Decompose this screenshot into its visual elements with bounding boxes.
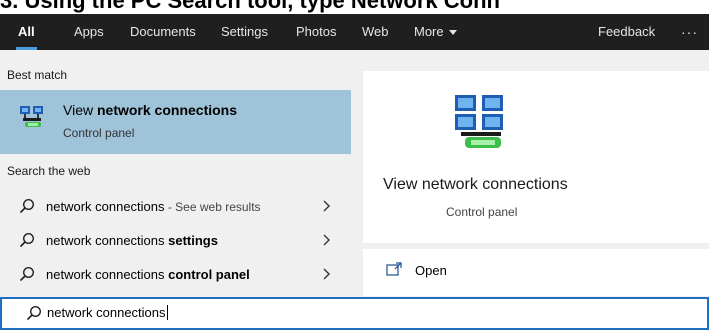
tab-more[interactable]: More [414, 14, 457, 50]
chevron-right-icon[interactable] [322, 266, 332, 282]
search-web-header: Search the web [7, 164, 91, 178]
best-match-title-prefix: View [63, 102, 97, 118]
search-icon [19, 266, 35, 282]
open-label: Open [415, 263, 447, 278]
network-connections-icon [455, 95, 503, 148]
preview-panel: View network connections Control panel O… [363, 71, 709, 296]
open-action[interactable]: Open [363, 254, 709, 294]
suggestion-suffix: - See web results [164, 200, 261, 214]
search-icon [19, 232, 35, 248]
open-icon [386, 262, 402, 276]
tab-apps[interactable]: Apps [74, 14, 104, 50]
tab-documents[interactable]: Documents [130, 14, 196, 50]
search-icon [26, 305, 42, 321]
best-match-result[interactable]: View network connections Control panel [0, 90, 351, 154]
chevron-right-icon[interactable] [322, 198, 332, 214]
tab-all[interactable]: All [16, 14, 37, 50]
filter-tab-bar: All Apps Documents Settings Photos Web M… [0, 14, 709, 50]
search-box[interactable]: network connections [0, 297, 709, 330]
suggestion-bold: control panel [168, 267, 250, 282]
preview-divider [363, 243, 709, 249]
web-suggestion-text: network connections - See web results [46, 199, 261, 214]
caption-text: 3. Using the PC Search tool, type Networ… [0, 0, 500, 13]
page-caption: 3. Using the PC Search tool, type Networ… [0, 0, 709, 14]
search-input-value: network connections [47, 305, 166, 320]
text-cursor [166, 305, 168, 320]
feedback-button[interactable]: Feedback [598, 14, 655, 50]
search-input[interactable]: network connections [47, 305, 168, 320]
web-suggestion-1[interactable]: network connections - See web results [0, 190, 351, 224]
best-match-subtitle: Control panel [63, 126, 135, 140]
network-connections-icon [20, 106, 43, 127]
tab-photos[interactable]: Photos [296, 14, 336, 50]
web-suggestion-text: network connections control panel [46, 267, 250, 282]
suggestion-query: network connections [46, 267, 169, 282]
best-match-title-bold: network connections [96, 102, 238, 118]
best-match-title: View network connections [63, 102, 237, 118]
chevron-down-icon [448, 30, 457, 36]
tab-settings[interactable]: Settings [221, 14, 268, 50]
web-suggestion-text: network connections settings [46, 233, 218, 248]
suggestion-query: network connections [46, 199, 165, 214]
results-panel: Best match View network connections Cont… [0, 50, 351, 296]
chevron-right-icon[interactable] [322, 232, 332, 248]
search-icon [19, 198, 35, 214]
suggestion-query: network connections [46, 233, 169, 248]
web-suggestion-2[interactable]: network connections settings [0, 224, 351, 258]
search-window: All Apps Documents Settings Photos Web M… [0, 14, 709, 330]
tab-web[interactable]: Web [362, 14, 389, 50]
tab-more-label: More [414, 24, 444, 39]
suggestion-bold: settings [168, 233, 218, 248]
more-options-button[interactable]: ··· [681, 14, 698, 50]
preview-title: View network connections [383, 176, 568, 193]
best-match-header: Best match [7, 68, 68, 82]
web-suggestion-3[interactable]: network connections control panel [0, 258, 351, 292]
preview-subtitle: Control panel [446, 205, 518, 219]
